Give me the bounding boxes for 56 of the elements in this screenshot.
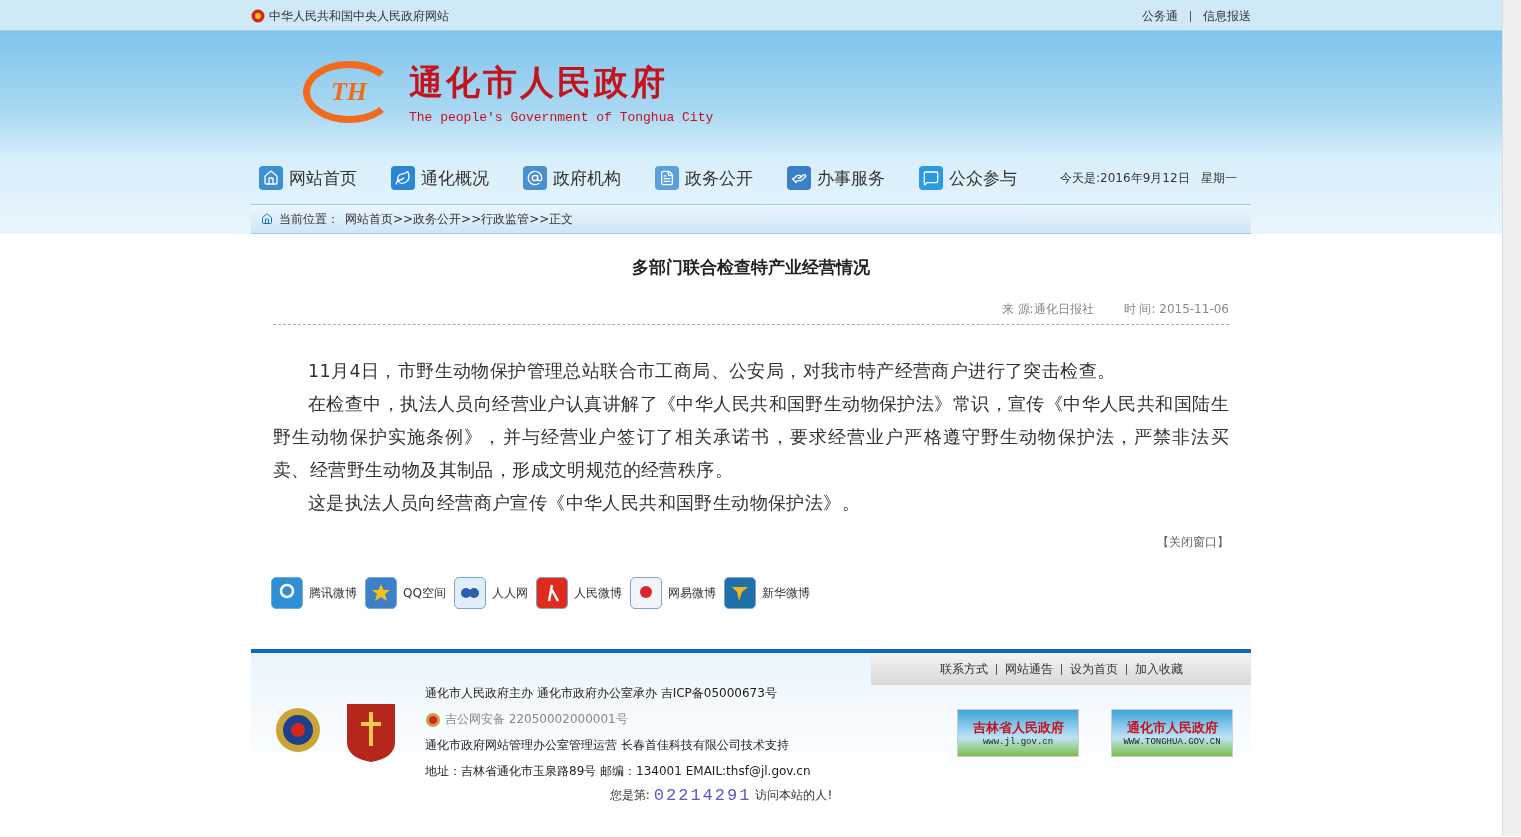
social-logo-icon[interactable] <box>535 577 568 609</box>
article-paragraph: 这是执法人员向经营商户宣传《中华人民共和国野生动物保护法》。 <box>307 492 861 515</box>
share-link[interactable]: QQ空间 <box>365 577 446 609</box>
share-link[interactable]: 新华微博 <box>723 577 810 609</box>
nav-link[interactable]: 网站首页 <box>259 166 357 190</box>
social-logo-icon[interactable] <box>723 577 756 609</box>
social-logo-icon[interactable] <box>365 577 397 609</box>
visitor-count: 02214291 <box>653 786 752 805</box>
article-date: 时 间: 2015-11-06 <box>1123 301 1229 318</box>
nav-link[interactable]: 办事服务 <box>787 166 885 190</box>
footer-link[interactable]: 加入收藏 <box>1134 660 1183 678</box>
article-paragraph: 11月4日，市野生动物保护管理总站联合市工商局、公安局，对我市特产经营商户进行了突击检查。 <box>307 360 1117 383</box>
footer-text: 通化市人民政府主办 通化市政府办公室承办 吉ICP备05000673号 <box>425 685 778 702</box>
breadcrumb-label: 当前位置： <box>279 210 339 228</box>
footer-link[interactable]: 联系方式 <box>939 660 988 678</box>
national-emblem-icon <box>251 9 265 23</box>
nav-link[interactable]: 政府机构 <box>523 166 621 190</box>
site-subtitle: The people's Government of Tonghua City <box>409 109 714 125</box>
leaf-icon <box>391 166 415 190</box>
shield-badge-icon <box>345 701 397 764</box>
police-badge-icon <box>425 711 441 728</box>
footer-text: 通化市政府网站管理办公室管理运营 长春首佳科技有限公司技术支持 <box>425 737 790 754</box>
site-link[interactable]: 中华人民共和国中央人民政府网站 <box>269 7 449 25</box>
date-text: 今天是:2016年9月12日 星期一 <box>1060 169 1237 187</box>
visitor-suffix: 访问本站的人! <box>755 787 833 804</box>
government-site-banner[interactable]: 吉林省人民政府 www.jl.gov.cn <box>957 708 1079 757</box>
at-sign-icon <box>523 166 547 190</box>
hand-icon <box>787 166 811 190</box>
share-link[interactable]: 网易微博 <box>629 577 716 609</box>
speech-bubble-icon <box>919 166 943 190</box>
document-icon <box>655 166 679 190</box>
social-logo-icon[interactable] <box>629 577 662 609</box>
government-site-banner[interactable]: 通化市人民政府 WWW.TONGHUA.GOV.CN <box>1111 708 1233 757</box>
nav-link[interactable]: 政务公开 <box>655 166 753 190</box>
social-logo-icon[interactable] <box>271 577 303 609</box>
footer-text: 吉公网安备 22050002000001号 <box>445 711 628 728</box>
breadcrumb-path[interactable]: 网站首页>>政务公开>>行政监管>>正文 <box>345 210 574 228</box>
site-title: 通化市人民政府 <box>409 60 669 104</box>
share-link[interactable]: 人民微博 <box>535 577 622 609</box>
nav-link[interactable]: 通化概况 <box>391 166 489 190</box>
article-paragraph: 在检查中，执法人员向经营业户认真讲解了《中华人民共和国野生动物保护法》常识，宣传《中华人民共和国陆生野生动物保护实施条例》，并与经营业户签订了相关承诺书，要求经营业户严格遵守野生动物保护法，严禁非法买卖、经营野生动物及其制品，形成文明规范的经营秩序。 <box>273 393 1229 482</box>
visitor-prefix: 您是第: <box>609 787 650 804</box>
top-link[interactable]: 公务通 <box>1142 7 1178 25</box>
article-title: 多部门联合检查特产业经营情况 <box>631 256 871 279</box>
social-logo-icon[interactable] <box>453 577 486 609</box>
share-link[interactable]: 人人网 <box>453 577 528 609</box>
share-link[interactable]: 腾讯微博 <box>271 577 357 609</box>
top-link[interactable]: 信息报送 <box>1203 7 1251 25</box>
footer-text: 地址：吉林省通化市玉泉路89号 邮编：134001 EMAIL:thsf@jl.gov.cn <box>425 763 811 780</box>
article-source: 来 源:通化日报社 <box>1001 301 1094 318</box>
nav-link[interactable]: 公众参与 <box>919 166 1017 190</box>
close-window-link[interactable]: 【关闭窗口】 <box>1157 534 1229 551</box>
footer-link[interactable]: 设为首页 <box>1069 660 1118 678</box>
home-icon <box>261 213 273 225</box>
footer-link[interactable]: 网站通告 <box>1004 660 1053 678</box>
home-icon <box>259 166 283 190</box>
